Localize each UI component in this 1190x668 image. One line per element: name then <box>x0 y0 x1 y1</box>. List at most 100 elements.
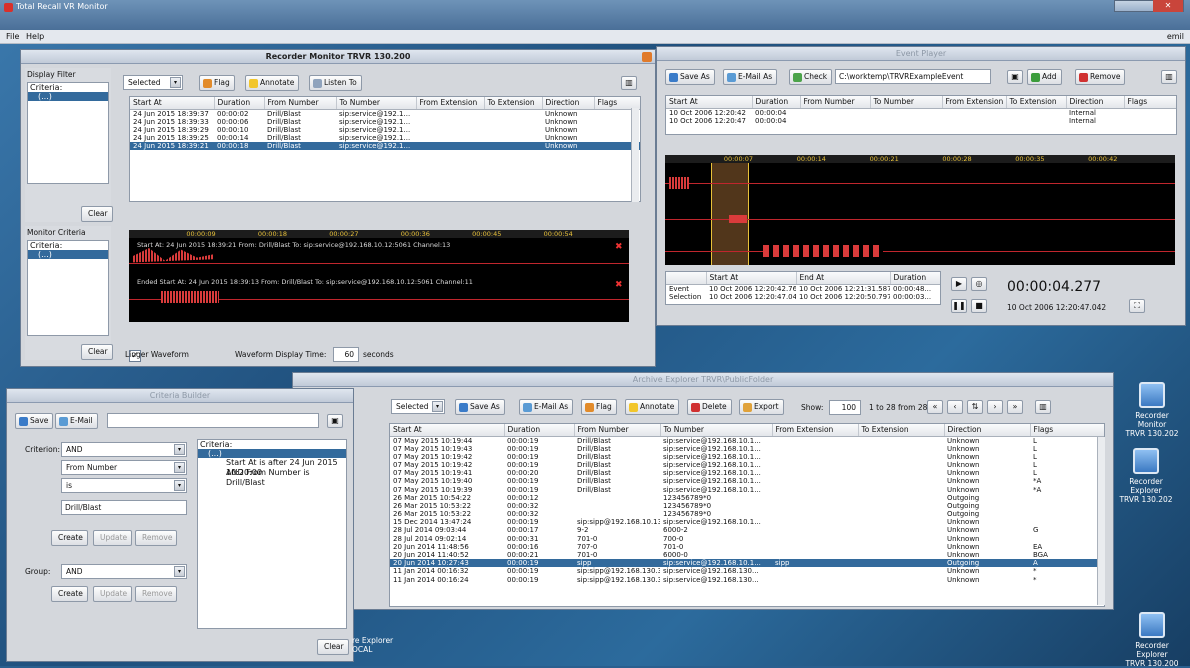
selection-dropdown[interactable]: Selected ▾ <box>123 75 183 90</box>
monitor-waveform-area[interactable]: 00:00:09 00:00:18 00:00:27 00:00:36 00:00:45… <box>129 230 629 322</box>
pause-button[interactable]: ❚❚ <box>951 299 967 313</box>
tree-node[interactable]: (...) <box>198 449 346 458</box>
desktop-icon-recorder-explorer-200[interactable]: Recorder Explorer TRVR 130.200 <box>1122 612 1182 668</box>
listen-button[interactable]: Listen To <box>309 75 362 91</box>
recorder-calls-table[interactable]: Start At Duration From Number To Number From… <box>129 96 641 202</box>
group-dropdown[interactable]: AND ▾ <box>61 564 187 579</box>
column-header[interactable]: Duration <box>214 97 265 110</box>
next-page-button[interactable]: › <box>987 400 1003 414</box>
column-header[interactable]: From Extension <box>416 97 485 110</box>
table-row[interactable]: 15 Dec 2014 13:47:24 00:00:19 sip:sipp@192… <box>390 518 1104 526</box>
table-row[interactable]: 20 Jun 2014 10:27:43 00:00:19 sipp sip:serv… <box>390 559 1104 568</box>
table-row[interactable]: 24 Jun 2015 18:39:21 00:00:18 Drill/Blast s… <box>130 142 640 151</box>
table-row[interactable]: 28 Jul 2014 09:02:14 00:00:31 701-0 700-0 Un… <box>390 535 1104 543</box>
table-row[interactable]: 28 Jul 2014 09:03:44 00:00:17 9-2 6000-2 Unk… <box>390 526 1104 534</box>
column-header[interactable]: From Extension <box>772 424 859 437</box>
create-button[interactable]: Create <box>51 586 88 602</box>
column-header[interactable]: End At <box>796 272 891 285</box>
remove-button[interactable]: Remove <box>135 530 178 546</box>
flag-button[interactable]: Flag <box>199 75 235 91</box>
table-row[interactable]: 11 Jan 2014 00:16:32 00:00:19 sip:sipp@192… <box>390 567 1104 575</box>
column-header[interactable]: To Extension <box>1006 96 1067 109</box>
column-header[interactable]: From Number <box>264 97 337 110</box>
desktop-icon-recorder-explorer-202[interactable]: Recorder Explorer TRVR 130.202 <box>1116 448 1176 504</box>
column-header[interactable]: From Number <box>800 96 871 109</box>
table-row[interactable]: 07 May 2015 10:19:42 00:00:19 Drill/Blast s… <box>390 453 1104 461</box>
info-row[interactable]: Selection 10 Oct 2006 12:20:47.042 10 Oct … <box>666 293 940 301</box>
table-row[interactable]: 11 Jan 2014 00:16:24 00:00:19 sip:sipp@192… <box>390 576 1104 584</box>
save-as-button[interactable]: Save As <box>665 69 715 85</box>
table-scrollbar[interactable] <box>631 108 639 202</box>
table-row[interactable]: 26 Mar 2015 10:53:22 00:00:32 123456789*0 O… <box>390 510 1104 518</box>
display-time-input[interactable]: 60 <box>333 347 359 362</box>
flag-button[interactable]: Flag <box>581 399 617 415</box>
close-icon[interactable]: ✖ <box>615 242 623 252</box>
columns-toggle-button[interactable]: ▥ <box>621 76 637 90</box>
column-header[interactable]: Start At <box>390 424 505 437</box>
save-as-button[interactable]: Save As <box>455 399 505 415</box>
column-header[interactable]: Flags <box>1124 96 1176 109</box>
columns-toggle-button[interactable]: ▥ <box>1161 70 1177 84</box>
tree-root[interactable]: Criteria: <box>28 241 108 250</box>
column-header[interactable]: From Extension <box>942 96 1007 109</box>
window-controls[interactable]: ✕ <box>1114 0 1184 12</box>
remove-button[interactable]: Remove <box>135 586 178 602</box>
clear-button[interactable]: Clear <box>81 206 113 222</box>
column-header[interactable]: To Number <box>336 97 417 110</box>
table-row[interactable]: 07 May 2015 10:19:40 00:00:19 Drill/Blast s… <box>390 477 1104 485</box>
minimize-icon[interactable] <box>642 52 652 62</box>
event-path-input[interactable]: C:\worktemp\TRVRExampleEvent <box>835 69 991 84</box>
info-row[interactable]: Event 10 Oct 2006 12:20:42.765 10 Oct 2006… <box>666 284 940 293</box>
table-row[interactable]: 24 Jun 2015 18:39:33 00:00:06 Drill/Blast s… <box>130 118 640 126</box>
annotate-button[interactable]: Annotate <box>245 75 300 91</box>
desktop-icon-recorder-monitor[interactable]: Recorder Monitor TRVR 130.202 <box>1122 382 1182 438</box>
create-button[interactable]: Create <box>51 530 88 546</box>
first-page-button[interactable]: « <box>927 400 943 414</box>
column-header[interactable]: Flags <box>1030 424 1104 437</box>
stop-button[interactable]: ■ <box>971 299 987 313</box>
table-row[interactable]: 20 Jun 2014 11:40:52 00:00:21 701-0 6000-0 U… <box>390 551 1104 559</box>
column-header[interactable]: To Extension <box>484 97 543 110</box>
fullscreen-button[interactable]: ⛶ <box>1129 299 1145 313</box>
clear-button[interactable]: Clear <box>81 344 113 360</box>
browse-button[interactable]: ▣ <box>327 414 343 428</box>
add-button[interactable]: Add <box>1027 69 1062 85</box>
selection-region[interactable] <box>711 163 749 265</box>
column-header[interactable]: Start At <box>706 272 797 285</box>
tree-condition-1[interactable]: Start At is after 24 Jun 2015 10:20:00 <box>198 458 346 477</box>
column-header[interactable]: To Extension <box>858 424 945 437</box>
email-as-button[interactable]: E-Mail As <box>519 399 574 415</box>
column-header[interactable]: Start At <box>130 97 215 110</box>
email-as-button[interactable]: E-Mail As <box>723 69 778 85</box>
table-row[interactable]: 24 Jun 2015 18:39:37 00:00:02 Drill/Blast s… <box>130 109 640 118</box>
clear-button[interactable]: Clear <box>317 639 349 655</box>
column-header[interactable]: Duration <box>752 96 801 109</box>
tree-node[interactable]: (...) <box>28 250 108 259</box>
page-size-input[interactable]: 100 <box>829 400 861 415</box>
table-row[interactable]: 07 May 2015 10:19:42 00:00:19 Drill/Blast s… <box>390 461 1104 469</box>
table-row[interactable]: 24 Jun 2015 18:39:29 00:00:10 Drill/Blast s… <box>130 126 640 134</box>
browse-button[interactable]: ▣ <box>1007 70 1023 84</box>
column-header[interactable]: Direction <box>1066 96 1125 109</box>
criteria-name-input[interactable] <box>107 413 319 428</box>
table-row[interactable]: 10 Oct 2006 12:20:47 00:00:04 Internal <box>666 117 1176 125</box>
delete-button[interactable]: Delete <box>687 399 732 415</box>
menu-file[interactable]: File <box>6 32 19 41</box>
column-header[interactable]: To Number <box>660 424 773 437</box>
event-table[interactable]: Start At Duration From Number To Number From… <box>665 95 1177 135</box>
check-button[interactable]: Check <box>789 69 833 85</box>
table-row[interactable]: 07 May 2015 10:19:41 00:00:20 Drill/Blast s… <box>390 469 1104 477</box>
prev-page-button[interactable]: ‹ <box>947 400 963 414</box>
table-row[interactable]: 26 Mar 2015 10:53:22 00:00:32 123456789*0 O… <box>390 502 1104 510</box>
desktop-icon-partial[interactable]: re Explorer OCAL <box>352 636 396 654</box>
tree-condition-2[interactable]: AND From Number is Drill/Blast <box>198 468 346 487</box>
close-icon[interactable]: ✖ <box>615 280 623 290</box>
loop-button[interactable]: ◎ <box>971 277 987 291</box>
export-button[interactable]: Export <box>739 399 784 415</box>
table-row[interactable]: 07 May 2015 10:19:43 00:00:19 Drill/Blast s… <box>390 445 1104 453</box>
table-row[interactable]: 26 Mar 2015 10:54:22 00:00:12 123456789*0 O… <box>390 494 1104 502</box>
tree-node[interactable]: (...) <box>28 92 108 101</box>
update-button[interactable]: Update <box>93 586 133 602</box>
column-header[interactable]: To Number <box>870 96 943 109</box>
columns-toggle-button[interactable]: ▥ <box>1035 400 1051 414</box>
